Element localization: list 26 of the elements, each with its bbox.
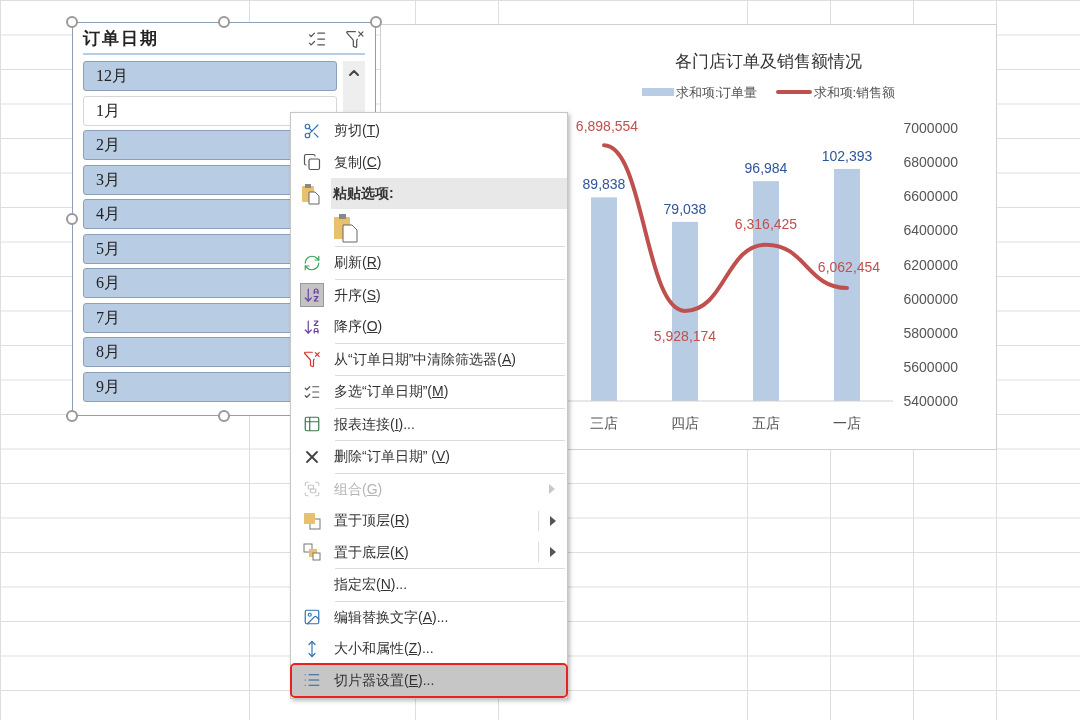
axis-tick-label: 6600000 — [903, 188, 958, 205]
legend-label: 求和项:订单量 — [675, 83, 758, 102]
axis-tick-label: 6400000 — [903, 222, 958, 239]
axis-tick-label: 6800000 — [903, 154, 958, 171]
line-value-label: 6,062,454 — [817, 258, 881, 275]
axis-tick-label: 5600000 — [903, 358, 958, 375]
axis-tick-label: 6000000 — [903, 290, 958, 307]
slicer-title: 订单日期 — [83, 28, 160, 51]
line-value-label: 6,316,425 — [734, 215, 798, 232]
bar-value-label: 79,038 — [663, 200, 707, 217]
bar-value-label: 96,984 — [744, 160, 788, 177]
axis-category-label: 四店 — [671, 415, 699, 431]
bar-value-label: 102,393 — [821, 147, 873, 164]
axis-tick-label: 5400000 — [903, 393, 958, 409]
axis-category-label: 一店 — [833, 415, 861, 431]
axis-tick-label: 7000000 — [903, 120, 958, 136]
line-value-label: 5,928,174 — [653, 327, 717, 344]
menu-header: 粘贴选项: — [331, 178, 567, 209]
chart-title: 各门店订单及销售额情况 — [675, 51, 862, 73]
axis-tick-label: 6200000 — [903, 256, 958, 273]
axis-tick-label: 5800000 — [903, 324, 958, 341]
line-value-label: 6,898,554 — [575, 118, 639, 135]
legend-label: 求和项:销售额 — [813, 83, 896, 102]
bar-value-label: 89,838 — [582, 176, 626, 193]
axis-category-label: 五店 — [752, 415, 780, 431]
axis-category-label: 三店 — [590, 415, 618, 431]
